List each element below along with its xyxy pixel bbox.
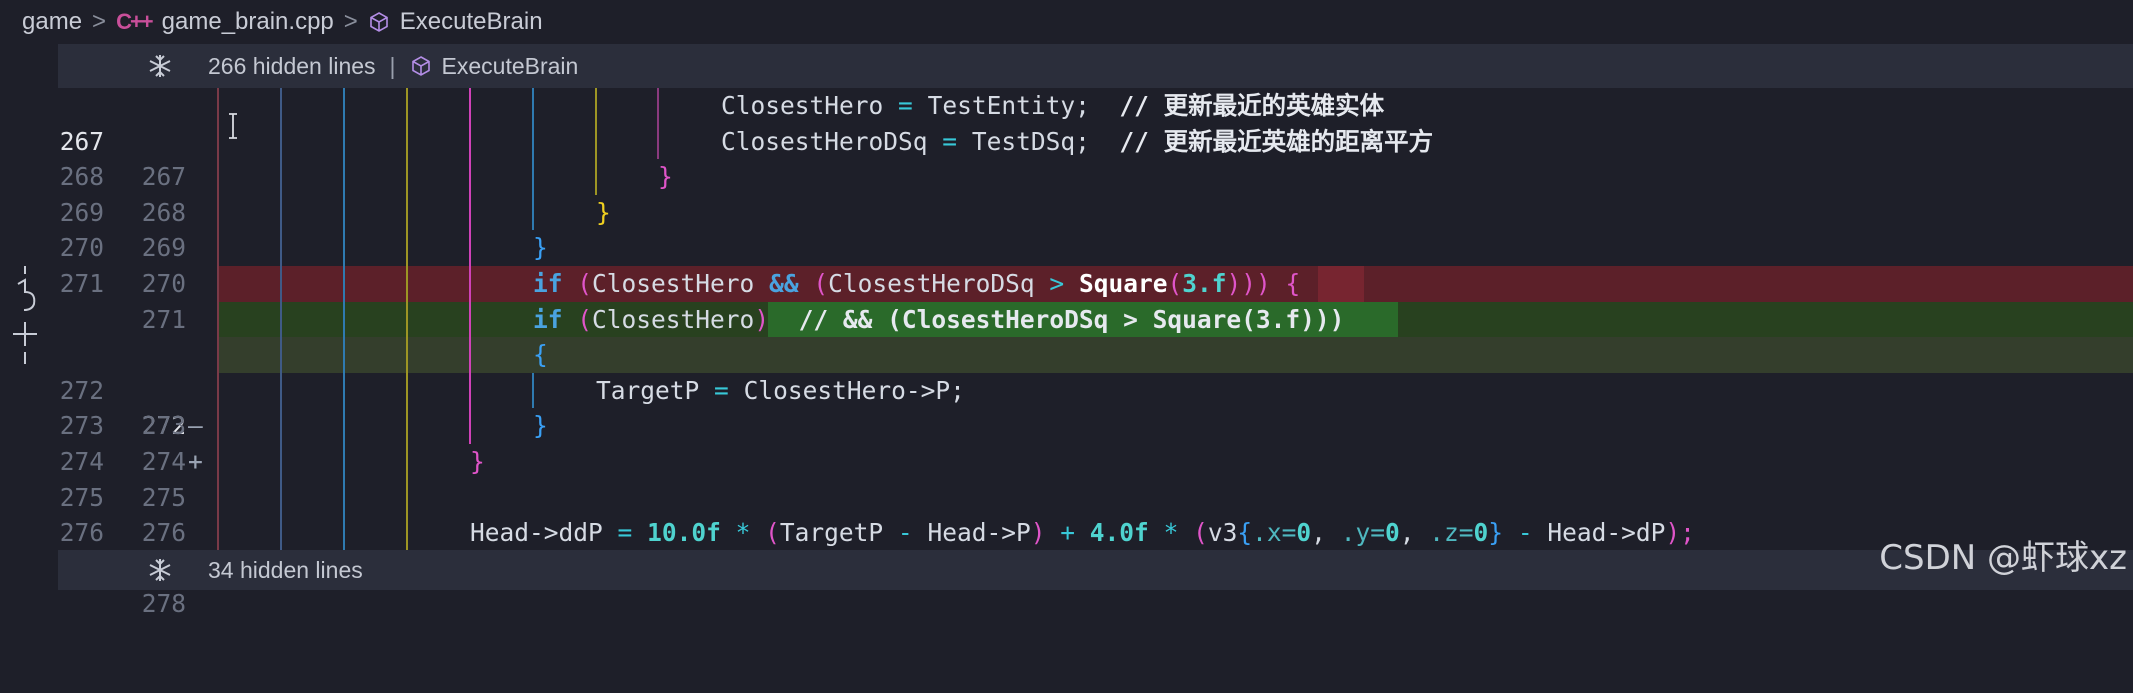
hidden-lines-count: 266 hidden lines: [208, 52, 376, 79]
code-line: 271 271 }: [0, 230, 2133, 333]
breadcrumb-separator: >: [92, 8, 107, 35]
code-line: 276 277: [0, 480, 2133, 583]
code-line: 270 270 }: [0, 195, 2133, 298]
text-cursor-icon: [229, 113, 237, 139]
code-line: 268 268 ClosestHeroDSq = TestDSq; // 更新最…: [0, 124, 2133, 227]
hidden-lines-bottom[interactable]: 34 hidden lines: [58, 550, 2133, 590]
divider: |: [389, 52, 396, 79]
code-text: if (ClosestHero && (ClosestHeroDSq > Squ…: [533, 269, 1301, 298]
breadcrumb-file[interactable]: game_brain.cpp: [162, 8, 334, 36]
unfold-icon[interactable]: [146, 52, 174, 80]
code-text: Head->ddP = 10.0f * (TargetP - Head->P) …: [470, 518, 1695, 548]
watermark: CSDN @虾球xz: [1879, 538, 2127, 578]
code-line: 267 267 ClosestHero = TestEntity; // 更新最…: [0, 88, 2133, 191]
code-text: ClosestHeroDSq = TestDSq; // 更新最近英雄的距离平方: [721, 126, 1434, 156]
code-line: 274 275 }: [0, 408, 2133, 511]
new-line-number: 278: [141, 589, 186, 619]
hidden-lines-count: 34 hidden lines: [208, 556, 363, 583]
code-text: ClosestHero = TestEntity; // 更新最近的英雄实体: [721, 91, 1385, 120]
gutter-controls: [13, 266, 37, 364]
code-line: 275 276 }: [0, 444, 2133, 547]
cube-icon: [411, 56, 430, 76]
code-text: }: [596, 197, 611, 227]
added-line-highlight: [218, 337, 2133, 373]
deleted-line: 272 — if (ClosestHero && (ClosestHeroDSq…: [0, 266, 2133, 440]
code-text: }: [533, 411, 548, 441]
code-text: }: [658, 162, 673, 192]
code-line: 269 269 }: [0, 159, 2133, 262]
breadcrumb-folder[interactable]: game: [22, 8, 82, 36]
code-text: {: [533, 340, 548, 370]
code-text: TargetP = ClosestHero->P;: [596, 375, 965, 405]
breadcrumb-symbol[interactable]: ExecuteBrain: [400, 8, 543, 36]
code-text: }: [470, 447, 485, 476]
revert-icon[interactable]: [17, 266, 36, 311]
breadcrumb: game > C++ game_brain.cpp > ExecuteBrain: [0, 0, 2133, 44]
code-line: 273 274 TargetP = ClosestHero->P;: [0, 373, 2133, 476]
code-text: if (ClosestHero) // && (ClosestHeroDSq >…: [533, 304, 1345, 334]
added-line: 272 + if (ClosestHero) // && (ClosestHer…: [0, 301, 2133, 476]
hidden-lines-top[interactable]: 266 hidden lines | ExecuteBrain: [58, 44, 2133, 88]
breadcrumb-separator: >: [343, 8, 358, 35]
unfold-icon[interactable]: [146, 556, 174, 584]
deleted-char-highlight: [1318, 266, 1364, 302]
plus-icon[interactable]: [13, 322, 37, 364]
hidden-symbol: ExecuteBrain: [441, 52, 579, 79]
code-line: 277 278 Head->ddP = 10.0f * (TargetP - H…: [0, 515, 2133, 618]
cube-icon: [369, 12, 388, 32]
added-line: 273 + {: [0, 337, 2133, 476]
cpp-icon: C++: [116, 9, 154, 34]
code-text: }: [533, 233, 548, 263]
